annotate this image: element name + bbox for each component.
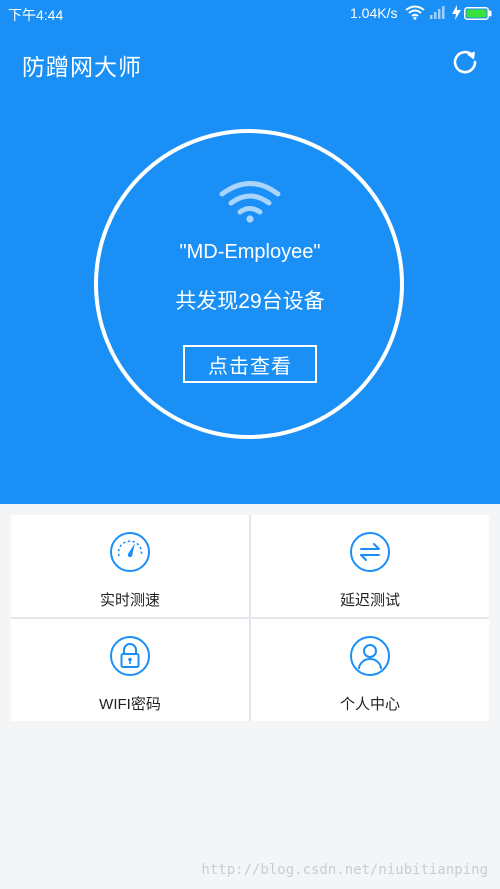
- refresh-button[interactable]: [450, 47, 480, 77]
- feature-wifi-password[interactable]: WIFI密码: [11, 619, 249, 721]
- status-bar: 下午4:44 1.04K/s: [0, 0, 500, 26]
- battery-icon: [464, 7, 492, 23]
- signal-icon: [430, 6, 446, 22]
- feature-speed-test[interactable]: 实时测速: [11, 515, 249, 617]
- wifi-ssid: "MD-Employee": [179, 241, 321, 263]
- feature-label: WIFI密码: [99, 696, 161, 713]
- feature-label: 延迟测试: [339, 592, 400, 609]
- wifi-icon: [219, 181, 281, 223]
- status-net-speed: 1.04K/s: [350, 5, 398, 21]
- speedometer-icon: [110, 532, 150, 572]
- feature-label: 个人中心: [339, 696, 400, 713]
- header-panel: 下午4:44 1.04K/s 防蹭网大师 "MD-Employee" 共发现29…: [0, 0, 500, 504]
- user-icon: [350, 636, 390, 676]
- status-time: 下午4:44: [8, 7, 64, 23]
- wifi-status-icon: [405, 5, 425, 23]
- app-title: 防蹭网大师: [22, 54, 142, 80]
- lock-icon: [110, 636, 150, 676]
- feature-latency-test[interactable]: 延迟测试: [251, 515, 489, 617]
- device-count-text: 共发现29台设备: [175, 290, 325, 313]
- watermark: http://blog.csdn.net/niubitianping: [201, 862, 488, 878]
- swap-arrows-icon: [350, 532, 390, 572]
- feature-profile[interactable]: 个人中心: [251, 619, 489, 721]
- scan-ring: [94, 129, 404, 439]
- feature-label: 实时测速: [99, 592, 160, 609]
- refresh-icon: [453, 50, 477, 74]
- charging-icon: [452, 5, 461, 23]
- view-devices-button[interactable]: 点击查看: [183, 345, 317, 383]
- feature-grid: 实时测速 延迟测试 WIFI密码 个人中心: [11, 515, 489, 721]
